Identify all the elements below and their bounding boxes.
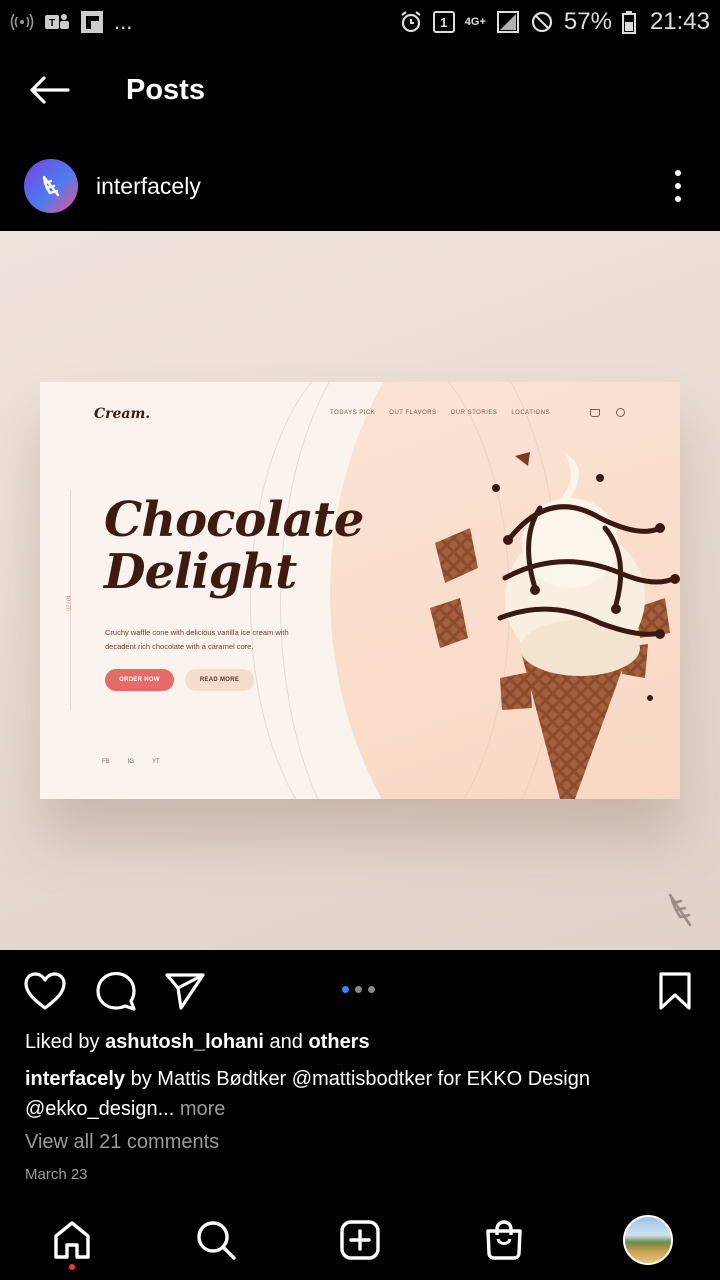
- carousel-dot: [342, 986, 349, 993]
- comment-button[interactable]: [93, 968, 139, 1014]
- nav-profile[interactable]: [620, 1212, 676, 1268]
- likes-others[interactable]: others: [308, 1031, 369, 1053]
- account-username[interactable]: interfacely: [96, 173, 201, 200]
- search-icon: [197, 1221, 236, 1260]
- nav-create[interactable]: [332, 1212, 388, 1268]
- mockup-logo: Cream.: [94, 406, 151, 422]
- nav-shop[interactable]: [476, 1212, 532, 1268]
- mockup-description: Cruchy waffle cone with delicious vanill…: [105, 628, 289, 651]
- signal-icon: [496, 10, 520, 34]
- arrow-left-icon: [30, 76, 70, 104]
- plus-square-icon: [340, 1220, 380, 1260]
- more-vertical-icon: [675, 196, 681, 202]
- likes-line[interactable]: Liked by ashutosh_lohani and others: [25, 1031, 370, 1054]
- more-options-button[interactable]: [648, 156, 708, 216]
- post-caption: interfacely by Mattis Bødtker @mattisbod…: [25, 1064, 705, 1124]
- mockup-slide-index: 02 / 04: [66, 595, 73, 611]
- caption-more-link[interactable]: more: [174, 1098, 226, 1120]
- mockup-social-item: FB: [102, 759, 110, 765]
- network-label: 4G+: [464, 16, 486, 28]
- notification-more: ...: [114, 9, 133, 34]
- battery-icon: [621, 10, 636, 34]
- likes-middle: and: [269, 1031, 303, 1053]
- wireless-signal-icon: [10, 12, 34, 32]
- sim-icon: 1: [432, 11, 455, 33]
- like-button[interactable]: [22, 968, 68, 1014]
- page-header: Posts: [0, 52, 720, 128]
- alarm-icon: [399, 10, 423, 34]
- mockup-nav-item: TODAYS PICK: [330, 410, 376, 416]
- battery-percent: 57%: [563, 8, 612, 35]
- bookmark-icon: [659, 972, 691, 1010]
- send-icon: [165, 973, 205, 1010]
- dnd-icon: [530, 10, 554, 34]
- comment-icon: [96, 971, 136, 1011]
- mockup-title: Chocolate Delight: [104, 492, 364, 600]
- shopping-bag-icon: [486, 1220, 522, 1260]
- more-vertical-icon: [675, 170, 681, 176]
- leaf-watermark-icon: [664, 891, 696, 936]
- svg-text:T: T: [49, 18, 55, 29]
- mockup-social-item: YT: [152, 759, 160, 765]
- mockup-nav-item: LOCATIONS: [511, 410, 551, 416]
- notification-dot: [69, 1264, 75, 1270]
- mockup-cart-icon: [590, 409, 600, 417]
- post-header: interfacely: [0, 150, 720, 222]
- teams-icon: T: [44, 11, 70, 33]
- mockup-social-links: FB IG YT: [102, 759, 160, 765]
- liked-by-user[interactable]: ashutosh_lohani: [105, 1031, 264, 1053]
- nav-search[interactable]: [188, 1212, 244, 1268]
- save-button[interactable]: [652, 968, 698, 1014]
- page-title: Posts: [126, 73, 205, 106]
- website-mockup: Cream. TODAYS PICK OUT FLAVORS OUR STORI…: [40, 382, 680, 799]
- ice-cream-cone-image: [390, 448, 680, 799]
- carousel-indicator: [342, 986, 375, 993]
- mockup-social-item: IG: [127, 759, 135, 765]
- caption-username[interactable]: interfacely: [25, 1068, 125, 1090]
- clock: 21:43: [649, 8, 710, 35]
- share-button[interactable]: [162, 968, 208, 1014]
- leaf-logo-icon: [42, 175, 60, 197]
- status-bar: T ... 1 4G+ 57% 21:43: [0, 0, 720, 44]
- home-icon: [54, 1221, 90, 1259]
- mockup-order-button: ORDER NOW: [105, 669, 174, 691]
- back-button[interactable]: [0, 52, 98, 128]
- mockup-nav-item: OUR STORIES: [450, 410, 498, 416]
- avatar[interactable]: [24, 159, 78, 213]
- mockup-title-line: Chocolate: [104, 492, 364, 548]
- mockup-title-line: Delight: [104, 544, 297, 600]
- bottom-nav: [0, 1200, 720, 1280]
- more-vertical-icon: [675, 183, 681, 189]
- flipboard-icon: [80, 10, 104, 34]
- view-comments-link[interactable]: View all 21 comments: [25, 1131, 219, 1154]
- carousel-dot: [368, 986, 375, 993]
- post-actions: [0, 960, 720, 1022]
- profile-avatar: [623, 1215, 673, 1265]
- likes-prefix: Liked by: [25, 1031, 100, 1053]
- post-date: March 23: [25, 1166, 88, 1183]
- carousel-dot: [355, 986, 362, 993]
- mockup-user-icon: [616, 408, 625, 417]
- mockup-nav: TODAYS PICK OUT FLAVORS OUR STORIES LOCA…: [330, 410, 550, 416]
- mockup-read-button: READ MORE: [185, 669, 254, 691]
- nav-home[interactable]: [44, 1212, 100, 1268]
- mockup-nav-item: OUT FLAVORS: [389, 410, 437, 416]
- heart-icon: [24, 972, 66, 1010]
- post-image[interactable]: Cream. TODAYS PICK OUT FLAVORS OUR STORI…: [0, 231, 720, 950]
